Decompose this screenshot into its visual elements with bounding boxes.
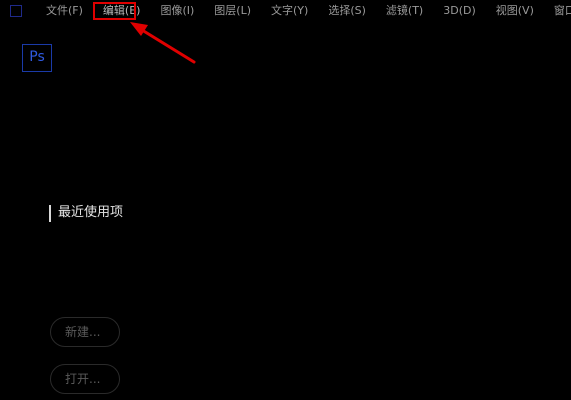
- menu-layer[interactable]: 图层(L): [212, 4, 253, 18]
- menu-filter[interactable]: 滤镜(T): [384, 4, 425, 18]
- menu-view[interactable]: 视图(V): [494, 4, 536, 18]
- photoshop-logo: Ps: [22, 44, 52, 72]
- menu-image[interactable]: 图像(I): [158, 4, 196, 18]
- open-button[interactable]: 打开...: [50, 364, 120, 394]
- menu-select[interactable]: 选择(S): [326, 4, 368, 18]
- recent-section: 最近使用项: [49, 204, 123, 222]
- menu-type[interactable]: 文字(Y): [269, 4, 310, 18]
- new-button[interactable]: 新建...: [50, 317, 120, 347]
- recent-label[interactable]: 最近使用项: [58, 204, 123, 222]
- menu-edit[interactable]: 编辑(E): [101, 4, 143, 18]
- menu-window[interactable]: 窗口(W): [552, 4, 571, 18]
- menu-file[interactable]: 文件(F): [44, 4, 85, 18]
- recent-indicator-bar: [49, 204, 51, 222]
- app-icon[interactable]: [10, 5, 22, 17]
- menu-3d[interactable]: 3D(D): [441, 4, 478, 18]
- menu-bar: 文件(F) 编辑(E) 图像(I) 图层(L) 文字(Y) 选择(S) 滤镜(T…: [0, 0, 571, 26]
- menu-items: 文件(F) 编辑(E) 图像(I) 图层(L) 文字(Y) 选择(S) 滤镜(T…: [44, 4, 571, 18]
